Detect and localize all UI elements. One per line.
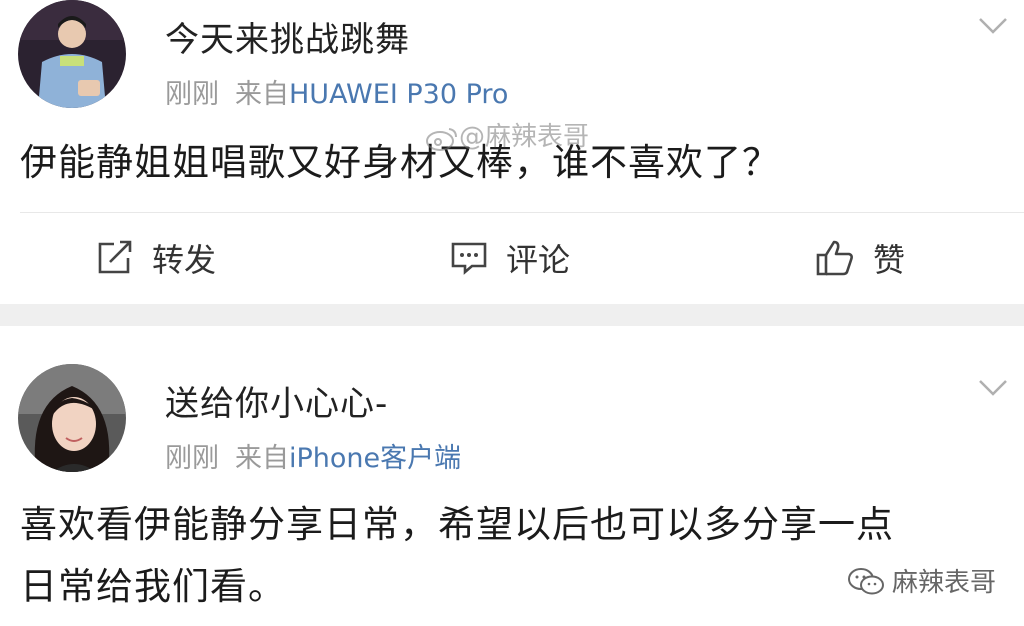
wechat-icon (848, 567, 884, 594)
avatar-image (18, 0, 126, 108)
post-time: 刚刚 (165, 79, 219, 110)
divider (20, 212, 1024, 213)
username[interactable]: 送给你小心心- (165, 376, 388, 425)
post-meta: 刚刚 来自iPhone客户端 (165, 436, 461, 475)
source-prefix: 来自 (235, 443, 289, 474)
repost-label: 转发 (152, 241, 217, 279)
user-avatar[interactable] (18, 364, 126, 472)
post-meta: 刚刚 来自HUAWEI P30 Pro (165, 72, 508, 111)
post-content: 喜欢看伊能静分享日常，希望以后也可以多分享一点 日常给我们看。 (20, 494, 1010, 618)
chevron-down-icon[interactable] (976, 370, 1010, 404)
repost-button[interactable]: 转发 (96, 228, 216, 288)
weibo-watermark-text: @麻辣表哥 (459, 122, 590, 152)
username[interactable]: 今天来挑战跳舞 (165, 12, 410, 61)
like-label: 赞 (873, 241, 906, 279)
avatar-image (18, 364, 126, 472)
wechat-watermark: 麻辣表哥 (846, 562, 996, 599)
repost-icon (98, 240, 132, 274)
post-time: 刚刚 (165, 443, 219, 474)
source-prefix: 来自 (235, 79, 289, 110)
user-avatar[interactable] (18, 0, 126, 108)
thumbs-up-icon (816, 240, 853, 276)
weibo-watermark: @麻辣表哥 (425, 116, 589, 153)
post-card-2: 送给你小心心- 刚刚 来自iPhone客户端 喜欢看伊能静分享日常，希望以后也可以… (0, 326, 1024, 626)
comment-icon (451, 242, 487, 275)
source-device-link[interactable]: HUAWEI P30 Pro (289, 79, 508, 110)
comment-label: 评论 (506, 241, 571, 279)
post-card-1: 今天来挑战跳舞 刚刚 来自HUAWEI P30 Pro 伊能静姐姐唱歌又好身材又棒… (0, 0, 1024, 304)
post-content-line: 喜欢看伊能静分享日常，希望以后也可以多分享一点 (20, 503, 894, 546)
source-device-link[interactable]: iPhone客户端 (289, 443, 461, 474)
chevron-down-icon[interactable] (976, 8, 1010, 42)
post-separator (0, 304, 1024, 326)
like-button[interactable]: 赞 (815, 228, 905, 288)
wechat-watermark-text: 麻辣表哥 (892, 568, 997, 598)
comment-button[interactable]: 评论 (450, 228, 570, 288)
weibo-icon (426, 127, 457, 151)
action-bar: 转发 评论 赞 (0, 228, 1024, 288)
